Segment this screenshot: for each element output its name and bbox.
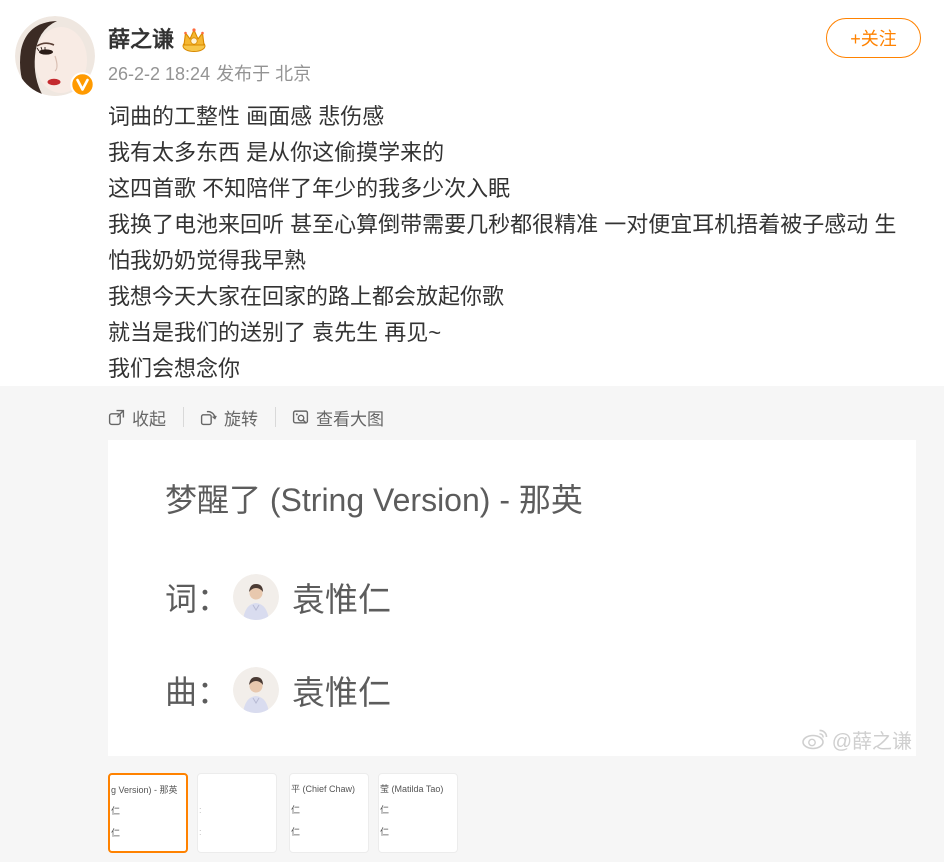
post-text-line: 我们会想念你 [108,356,241,381]
post-text-line: 就当是我们的送别了 袁先生 再见~ [108,320,442,345]
thumbnail-text: 仁 [380,805,390,815]
collapse-label: 收起 [132,409,166,429]
thumbnail-text: 仁 [380,827,390,837]
lyricist-name: 袁惟仁 [292,581,391,618]
rotate-button[interactable]: 旋转 [200,405,258,430]
thumbnail-text: 仁 [291,805,301,815]
post-image[interactable]: 梦醒了 (String Version) - 那英 词： 袁惟仁 曲： 袁惟仁 … [108,440,916,756]
post-text-line: 怕我奶奶觉得我早熟 [108,248,307,273]
composer-row: 曲： 袁惟仁 [165,667,391,713]
thumbnail[interactable]: : : [197,773,277,853]
lyricist-row: 词： 袁惟仁 [165,574,391,620]
collapse-button[interactable]: 收起 [108,405,166,430]
thumbnail-text: : [199,805,202,815]
song-title: 梦醒了 (String Version) - 那英 [165,482,583,518]
view-large-icon [292,409,309,424]
watermark: @薛之谦 [801,726,912,753]
view-large-button[interactable]: 查看大图 [292,405,384,430]
crown-badge-icon[interactable] [180,26,208,54]
rotate-label: 旋转 [224,409,258,429]
lyricist-avatar [233,574,279,620]
verified-v-icon [70,72,95,97]
post-text-line: 这四首歌 不知陪伴了年少的我多少次入眠 [108,176,511,201]
weibo-logo-icon [801,729,827,750]
thumbnail[interactable]: 平 (Chief Chaw) 仁 仁 [289,773,369,853]
thumbnail[interactable]: 莹 (Matilda Tao) 仁 仁 [378,773,458,853]
media-toolbar: 收起 旋转 查看大图 [108,404,384,430]
post-text-line: 我有太多东西 是从你这偷摸学来的 [108,140,445,165]
thumbnail-text: 莹 (Matilda Tao) [380,784,444,794]
post-text-line: 词曲的工整性 画面感 悲伤感 [108,104,385,129]
rotate-icon [200,410,217,425]
thumbnail[interactable]: g Version) - 那英 仁 仁 [108,773,188,853]
composer-avatar [233,667,279,713]
post-meta: 26-2-2 18:24 发布于 北京 [108,62,311,86]
post-text: 词曲的工整性 画面感 悲伤感 我有太多东西 是从你这偷摸学来的 这四首歌 不知陪… [108,99,896,387]
thumbnail-text: : [199,827,202,837]
post-time[interactable]: 26-2-2 18:24 [108,64,210,84]
post-location: 发布于 北京 [216,64,312,84]
thumbnail-text: 仁 [111,828,121,838]
post-text-line: 我想今天大家在回家的路上都会放起你歌 [108,284,505,309]
composer-name: 袁惟仁 [292,674,391,711]
composer-label: 曲： [165,674,230,710]
view-large-label: 查看大图 [316,409,384,429]
post-text-line: 我换了电池来回听 甚至心算倒带需要几秒都很精准 一对便宜耳机捂着被子感动 生 [108,212,897,237]
watermark-text: @薛之谦 [831,730,912,753]
author-name[interactable]: 薛之谦 [108,24,174,56]
thumbnail-text: 仁 [111,806,121,816]
toolbar-divider [275,407,276,427]
thumbnail-text: g Version) - 那英 [111,785,178,795]
collapse-icon [108,409,125,425]
follow-button[interactable]: +关注 [826,18,921,58]
toolbar-divider [183,407,184,427]
thumbnail-text: 平 (Chief Chaw) [291,784,356,794]
lyricist-label: 词： [165,581,230,617]
thumbnail-text: 仁 [291,827,301,837]
